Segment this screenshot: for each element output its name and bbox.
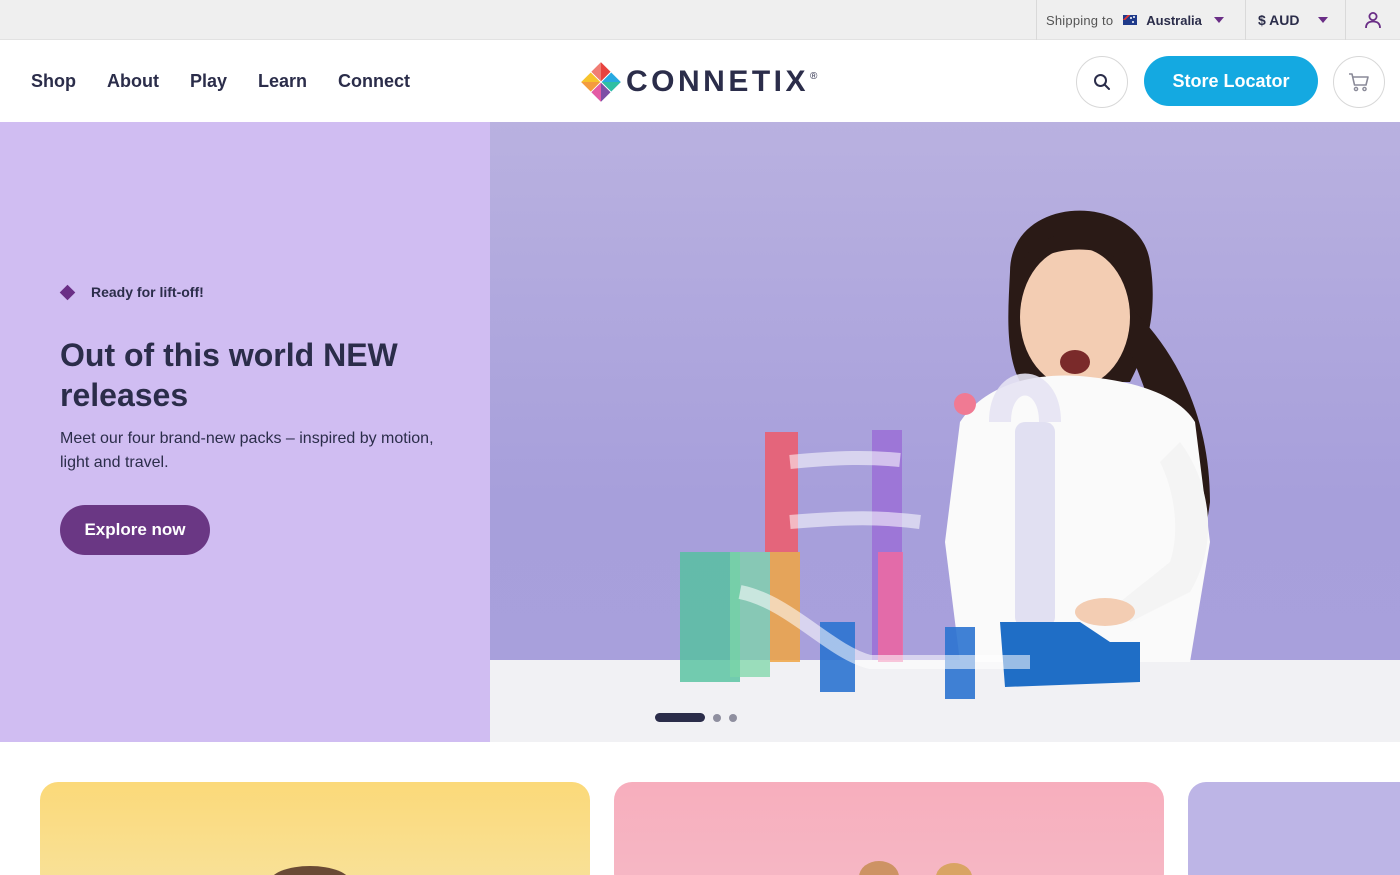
carousel-indicators [655,713,737,722]
promo-card-lilac[interactable] [1188,782,1400,875]
hero-eyebrow-text: Ready for lift-off! [91,284,204,300]
hero-photo-illustration [490,210,1400,742]
currency-value: $ AUD [1258,12,1300,28]
hero-eyebrow: Ready for lift-off! [59,284,204,300]
australia-flag-icon [1123,15,1138,25]
cart-icon [1349,73,1369,92]
search-button[interactable] [1076,56,1128,108]
shipping-label: Shipping to [1046,12,1114,28]
carousel-dot-2[interactable] [713,713,721,722]
promo-card-pink[interactable] [614,782,1164,875]
account-button[interactable] [1345,0,1400,40]
currency-selector[interactable]: $ AUD [1245,0,1344,40]
connetix-logo-mark-icon [581,62,621,102]
hero-title: Out of this world NEW releases [60,337,398,413]
diamond-icon [59,284,76,300]
card-photo-illustration [859,861,972,875]
hero-product-image[interactable] [490,122,1400,742]
logo-wordmark: CONNETIX [626,65,810,98]
carousel-dot-1[interactable] [655,713,705,722]
shipping-country: Australia [1146,12,1202,28]
connetix-logo[interactable]: CONNETIX ® [580,61,817,103]
shipping-selector[interactable]: Shipping to Australia [1036,0,1244,40]
caret-down-icon [1213,17,1224,23]
hero-subtitle: Meet our four brand-new packs – inspired… [60,430,434,471]
hero-banner: Ready for lift-off! Out of this world NE… [0,122,1400,742]
site-header: Shop About Play Learn Connect CONNETIX ® [0,41,1400,122]
search-icon [1094,74,1110,90]
caret-down-icon [1317,17,1328,23]
nav-about[interactable]: About [107,71,159,92]
nav-learn[interactable]: Learn [258,71,307,92]
main-nav: Shop About Play Learn Connect [31,41,410,122]
nav-shop[interactable]: Shop [31,71,76,92]
logo-registered-mark: ® [810,70,818,82]
utility-bar: Shipping to Australia $ AUD [0,0,1400,40]
cart-button[interactable] [1333,56,1385,108]
store-locator-button[interactable]: Store Locator [1144,56,1318,106]
explore-now-button[interactable]: Explore now [60,505,210,555]
user-icon [1365,12,1381,29]
nav-connect[interactable]: Connect [338,71,410,92]
hero-text-panel: Ready for lift-off! Out of this world NE… [0,122,490,742]
carousel-dot-3[interactable] [729,713,737,722]
card-photo-illustration [274,866,346,875]
nav-play[interactable]: Play [190,71,227,92]
promo-card-yellow[interactable] [40,782,590,875]
